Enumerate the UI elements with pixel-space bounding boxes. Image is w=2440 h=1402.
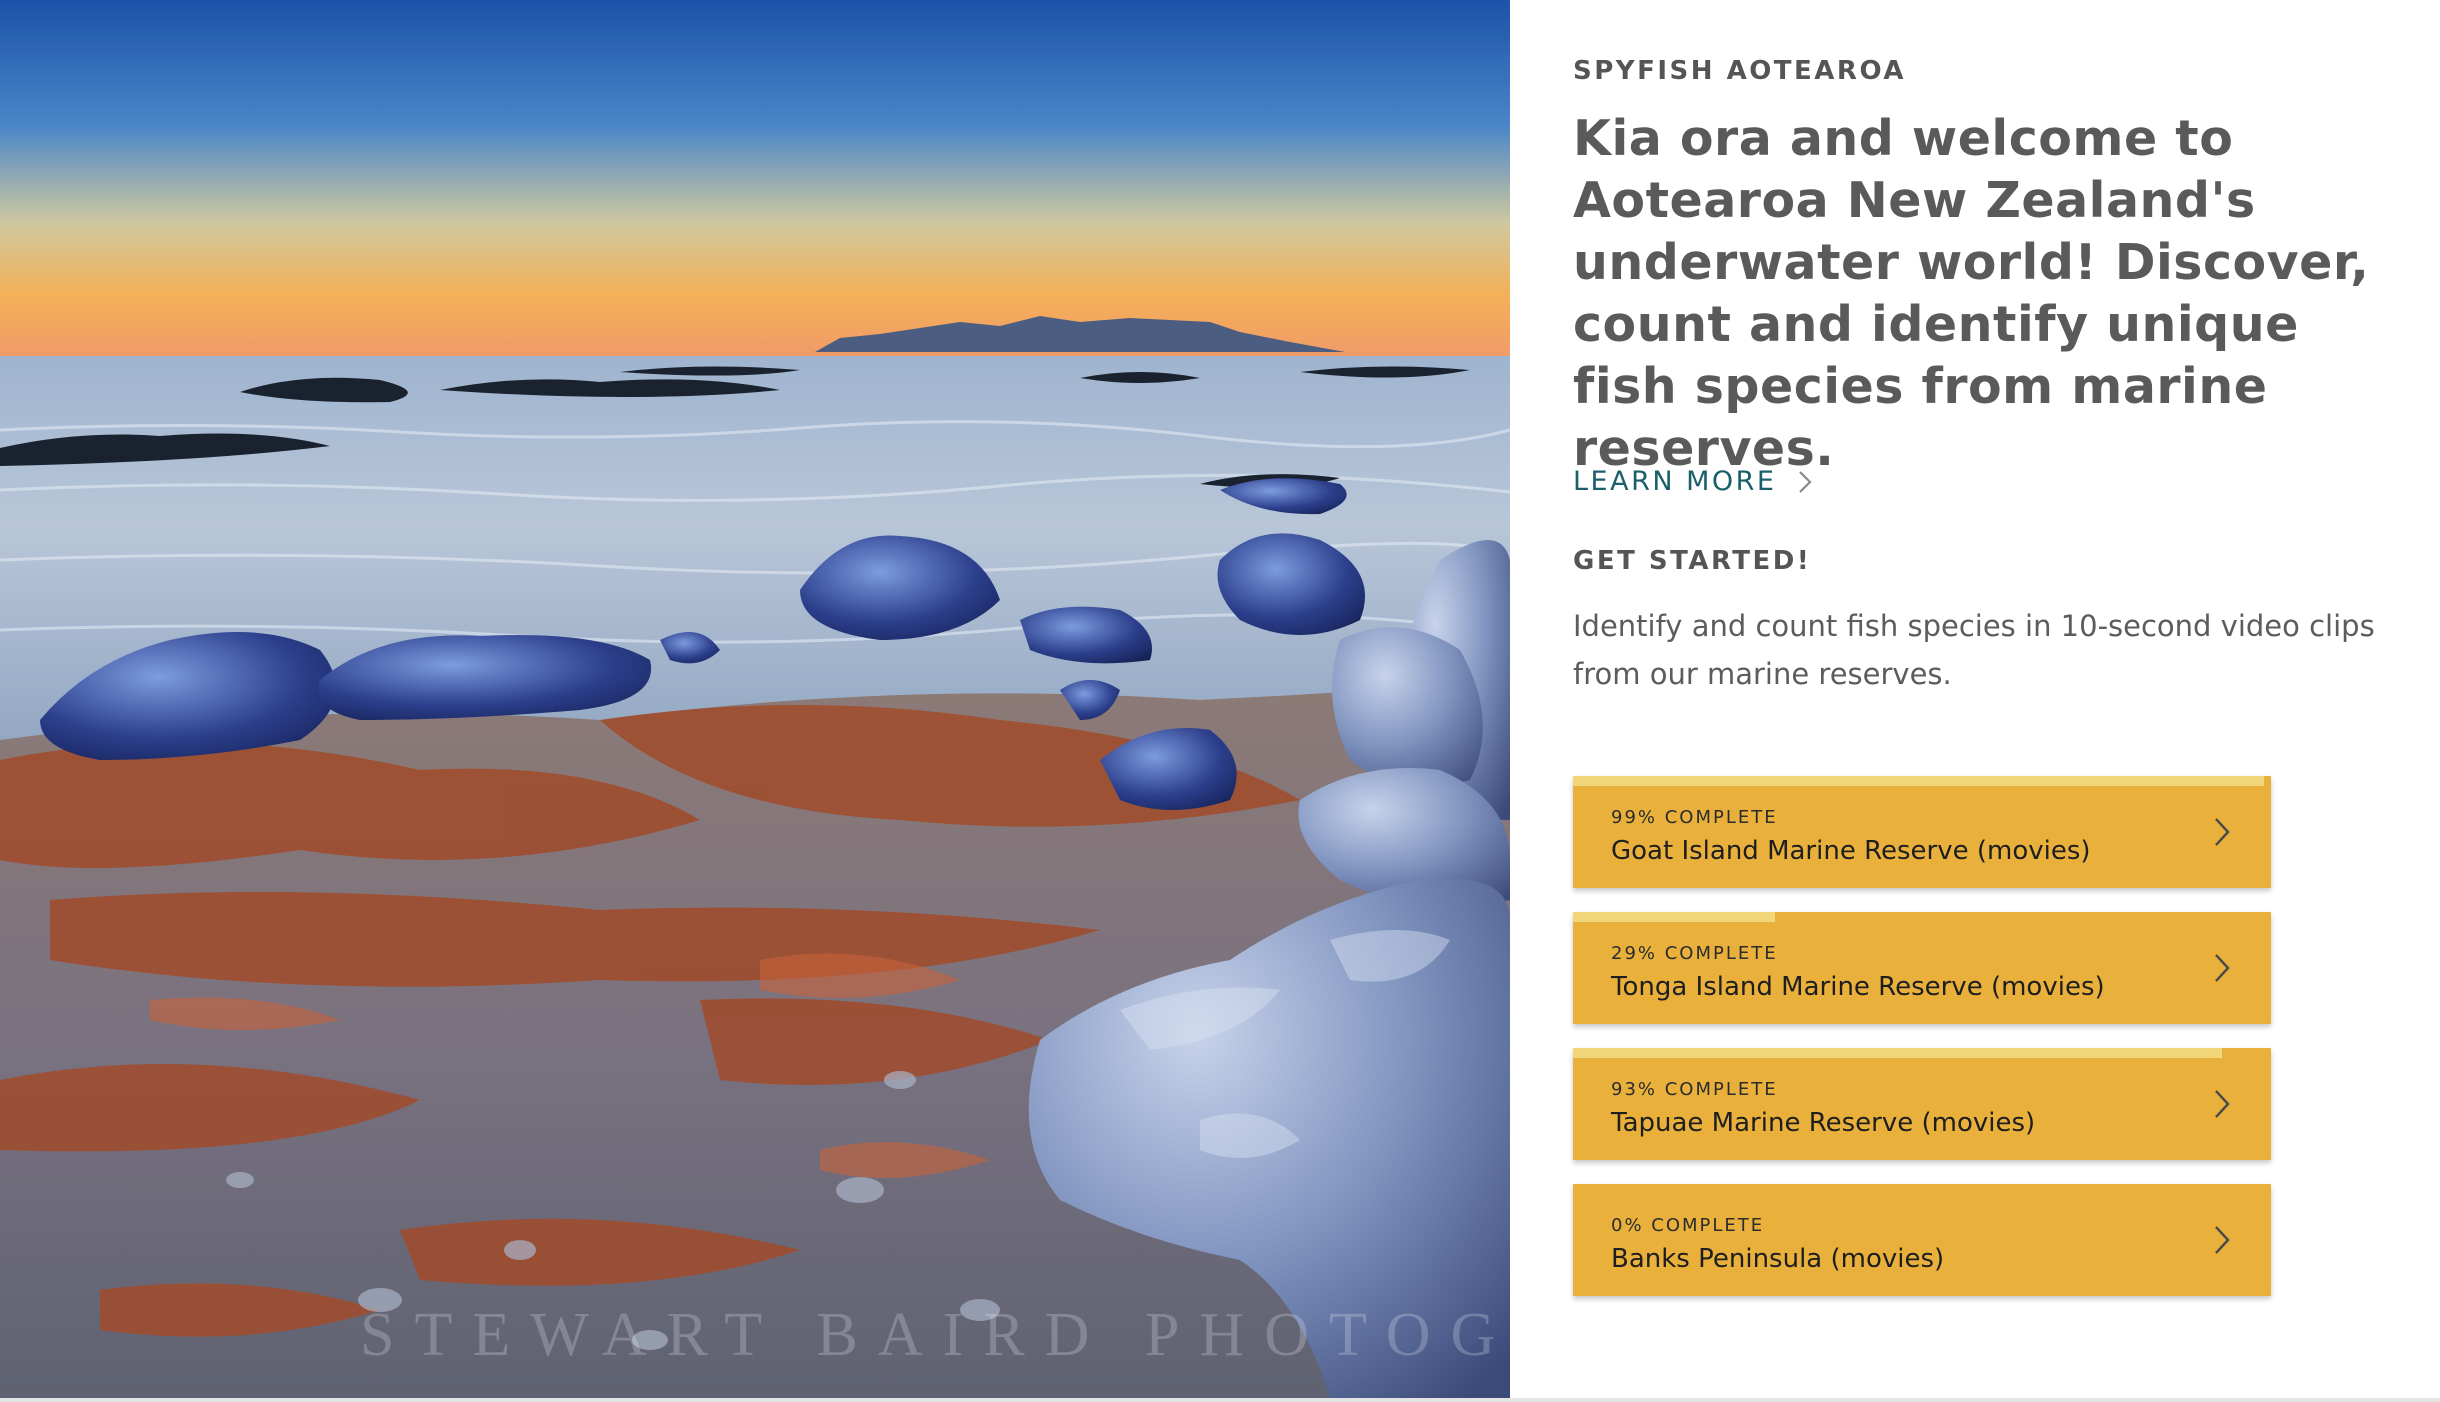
get-started-heading: GET STARTED! [1573,546,1812,576]
workflow-card-goat-island[interactable]: 99% COMPLETE Goat Island Marine Reserve … [1573,776,2271,888]
progress-bar [1573,776,2265,786]
workflow-card-tonga-island[interactable]: 29% COMPLETE Tonga Island Marine Reserve… [1573,912,2271,1024]
chevron-right-icon [1798,470,1813,494]
chevron-right-icon [2213,1224,2231,1260]
chevron-right-icon [2213,1088,2231,1124]
progress-bar [1573,1048,2223,1058]
progress-label: 99% COMPLETE [1611,807,1778,828]
workflow-name: Tonga Island Marine Reserve (movies) [1611,972,2105,1002]
learn-more-label: LEARN MORE [1573,466,1777,497]
progress-label: 29% COMPLETE [1611,943,1778,964]
progress-label: 0% COMPLETE [1611,1215,1765,1236]
progress-label: 93% COMPLETE [1611,1079,1778,1100]
welcome-headline: Kia ora and welcome to Aotearoa New Zeal… [1573,110,2370,477]
get-started-description: Identify and count fish species in 10-se… [1573,609,2375,691]
workflow-name: Banks Peninsula (movies) [1611,1244,1945,1274]
workflow-name: Tapuae Marine Reserve (movies) [1611,1108,2036,1138]
workflow-card-banks-peninsula[interactable]: 0% COMPLETE Banks Peninsula (movies) [1573,1184,2271,1296]
progress-bar [1573,912,1776,922]
page-bottom-divider [0,1398,2440,1402]
hero-photo: STEWART BAIRD PHOTOGRAPHY [0,0,1510,1398]
workflow-name: Goat Island Marine Reserve (movies) [1611,836,2091,866]
workflow-card-tapuae[interactable]: 93% COMPLETE Tapuae Marine Reserve (movi… [1573,1048,2271,1160]
learn-more-link[interactable]: LEARN MORE [1573,466,1813,497]
project-eyebrow: SPYFISH AOTEAROA [1573,56,1906,86]
project-workflow-list: 99% COMPLETE Goat Island Marine Reserve … [1573,776,2271,1320]
coastal-sunset-image [0,0,1510,1398]
photographer-watermark: STEWART BAIRD PHOTOGRAPHY [360,1301,1510,1369]
chevron-right-icon [2213,952,2231,988]
chevron-right-icon [2213,816,2231,852]
